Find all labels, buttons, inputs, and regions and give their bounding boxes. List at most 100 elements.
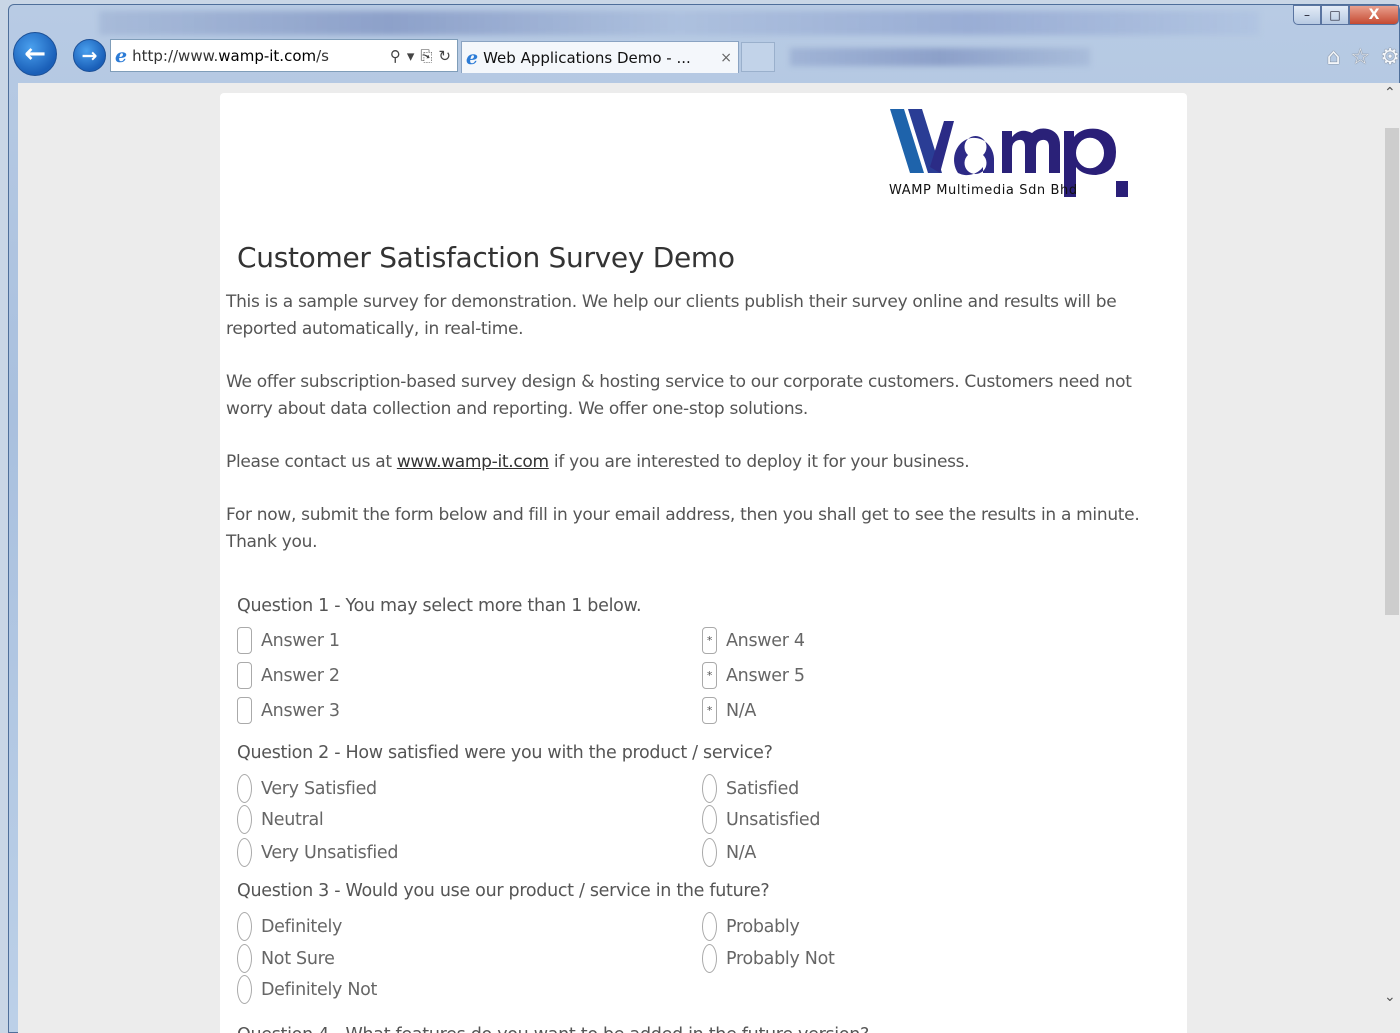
option-label: Answer 3 bbox=[261, 700, 340, 721]
q3-option-definitely-not[interactable]: Definitely Not bbox=[237, 975, 377, 1004]
checkbox[interactable] bbox=[237, 697, 252, 724]
dropdown-icon[interactable]: ▾ bbox=[407, 47, 415, 65]
q2-option-very-unsatisfied[interactable]: Very Unsatisfied bbox=[237, 838, 398, 867]
option-label: Unsatisfied bbox=[726, 809, 821, 830]
search-icon[interactable]: ⚲ bbox=[390, 47, 401, 65]
survey-card: WAMP Multimedia Sdn Bhd Customer Satisfa… bbox=[220, 93, 1187, 1033]
option-label: N/A bbox=[726, 842, 757, 863]
radio-button[interactable] bbox=[702, 805, 717, 834]
intro-text: This is a sample survey for demonstratio… bbox=[226, 289, 1178, 582]
option-label: Probably Not bbox=[726, 948, 835, 969]
radio-button[interactable] bbox=[237, 838, 252, 867]
close-window-button[interactable]: X bbox=[1349, 5, 1399, 25]
home-icon[interactable]: ⌂ bbox=[1327, 45, 1341, 70]
radio-button[interactable] bbox=[702, 838, 717, 867]
option-label: Probably bbox=[726, 916, 800, 937]
option-label: Definitely Not bbox=[261, 979, 378, 1000]
q1-option-answer-4[interactable]: * Answer 4 bbox=[702, 627, 805, 654]
scroll-up-icon[interactable]: ⌃ bbox=[1384, 85, 1396, 101]
minimize-button[interactable]: – bbox=[1293, 5, 1321, 25]
contact-text-before: Please contact us at bbox=[226, 452, 397, 472]
question-2-label: Question 2 - How satisfied were you with… bbox=[237, 743, 773, 763]
q1-option-na[interactable]: * N/A bbox=[702, 697, 756, 724]
checkbox-marked[interactable]: * bbox=[702, 627, 717, 654]
browser-tab-active[interactable]: e Web Applications Demo - ... × bbox=[461, 41, 739, 73]
option-label: N/A bbox=[726, 700, 757, 721]
q1-option-answer-5[interactable]: * Answer 5 bbox=[702, 662, 805, 689]
checkbox-marked[interactable]: * bbox=[702, 662, 717, 689]
maximize-button[interactable]: □ bbox=[1321, 5, 1349, 25]
question-3-label: Question 3 - Would you use our product /… bbox=[237, 881, 770, 901]
q1-option-answer-1[interactable]: Answer 1 bbox=[237, 627, 340, 654]
url-prefix: http://www. bbox=[132, 46, 219, 65]
scroll-down-icon[interactable]: ⌄ bbox=[1384, 989, 1396, 1005]
page-viewport: WAMP Multimedia Sdn Bhd Customer Satisfa… bbox=[18, 83, 1382, 1033]
q2-option-na[interactable]: N/A bbox=[702, 838, 756, 867]
option-label: Answer 5 bbox=[726, 665, 805, 686]
contact-text-after: if you are interested to deploy it for y… bbox=[548, 452, 970, 472]
option-label: Definitely bbox=[261, 916, 343, 937]
option-label: Answer 4 bbox=[726, 630, 805, 651]
checkbox[interactable] bbox=[237, 662, 252, 689]
q1-option-answer-2[interactable]: Answer 2 bbox=[237, 662, 340, 689]
vertical-scrollbar[interactable]: ⌃ ⌄ bbox=[1382, 83, 1400, 1033]
q2-option-very-satisfied[interactable]: Very Satisfied bbox=[237, 774, 377, 803]
option-label: Very Satisfied bbox=[261, 778, 377, 799]
intro-paragraph-4: For now, submit the form below and fill … bbox=[226, 505, 1140, 552]
ie-tab-icon: e bbox=[466, 46, 479, 69]
other-tabs-blurred bbox=[790, 48, 1090, 66]
radio-button[interactable] bbox=[702, 774, 717, 803]
intro-paragraph-1: This is a sample survey for demonstratio… bbox=[226, 292, 1117, 339]
radio-button[interactable] bbox=[702, 912, 717, 941]
q2-option-unsatisfied[interactable]: Unsatisfied bbox=[702, 805, 820, 834]
new-tab-button[interactable] bbox=[741, 42, 775, 72]
radio-button[interactable] bbox=[237, 805, 252, 834]
q3-option-not-sure[interactable]: Not Sure bbox=[237, 944, 335, 973]
radio-button[interactable] bbox=[237, 944, 252, 973]
question-1-label: Question 1 - You may select more than 1 … bbox=[237, 596, 642, 616]
address-bar-icons: ⚲ ▾ ⎘ ↻ bbox=[384, 47, 457, 65]
option-label: Not Sure bbox=[261, 948, 335, 969]
option-label: Answer 2 bbox=[261, 665, 340, 686]
radio-button[interactable] bbox=[237, 975, 252, 1004]
tab-title: Web Applications Demo - ... bbox=[483, 48, 691, 67]
scroll-thumb[interactable] bbox=[1385, 128, 1399, 615]
compatibility-view-icon[interactable]: ⎘ bbox=[420, 47, 432, 65]
q2-option-satisfied[interactable]: Satisfied bbox=[702, 774, 799, 803]
radio-button[interactable] bbox=[237, 912, 252, 941]
url-domain: wamp-it.com bbox=[218, 46, 317, 65]
q3-option-probably[interactable]: Probably bbox=[702, 912, 800, 941]
favorites-star-icon[interactable]: ☆ bbox=[1351, 45, 1371, 70]
q1-option-answer-3[interactable]: Answer 3 bbox=[237, 697, 340, 724]
logo-caption: WAMP Multimedia Sdn Bhd bbox=[889, 183, 1078, 198]
address-url[interactable]: http://www.wamp-it.com/s bbox=[132, 47, 384, 65]
window-controls: – □ X bbox=[1293, 5, 1399, 25]
page-title: Customer Satisfaction Survey Demo bbox=[237, 241, 735, 274]
browser-toolbar-icons: ⌂ ☆ ⚙ bbox=[1327, 45, 1400, 70]
refresh-icon[interactable]: ↻ bbox=[438, 47, 451, 65]
radio-button[interactable] bbox=[237, 774, 252, 803]
url-suffix: /s bbox=[316, 46, 329, 65]
arrow-left-icon: ← bbox=[24, 39, 46, 69]
checkbox[interactable] bbox=[237, 627, 252, 654]
address-bar[interactable]: e http://www.wamp-it.com/s ⚲ ▾ ⎘ ↻ bbox=[110, 39, 458, 72]
q2-option-neutral[interactable]: Neutral bbox=[237, 805, 324, 834]
option-label: Satisfied bbox=[726, 778, 799, 799]
question-4-label: Question 4 - What features do you want t… bbox=[237, 1025, 869, 1033]
tools-gear-icon[interactable]: ⚙ bbox=[1380, 45, 1400, 70]
close-tab-icon[interactable]: × bbox=[720, 50, 738, 66]
q3-option-definitely[interactable]: Definitely bbox=[237, 912, 342, 941]
option-label: Very Unsatisfied bbox=[261, 842, 399, 863]
option-label: Neutral bbox=[261, 809, 324, 830]
arrow-right-icon: → bbox=[81, 44, 98, 67]
q3-option-probably-not[interactable]: Probably Not bbox=[702, 944, 835, 973]
intro-paragraph-3: Please contact us at www.wamp-it.com if … bbox=[226, 449, 1178, 476]
back-button[interactable]: ← bbox=[13, 32, 57, 76]
checkbox-marked[interactable]: * bbox=[702, 697, 717, 724]
forward-button[interactable]: → bbox=[73, 39, 106, 72]
website-link[interactable]: www.wamp-it.com bbox=[397, 452, 549, 472]
ie-page-icon: e bbox=[115, 44, 128, 67]
title-bar-blurred bbox=[99, 11, 1259, 35]
option-label: Answer 1 bbox=[261, 630, 340, 651]
radio-button[interactable] bbox=[702, 944, 717, 973]
